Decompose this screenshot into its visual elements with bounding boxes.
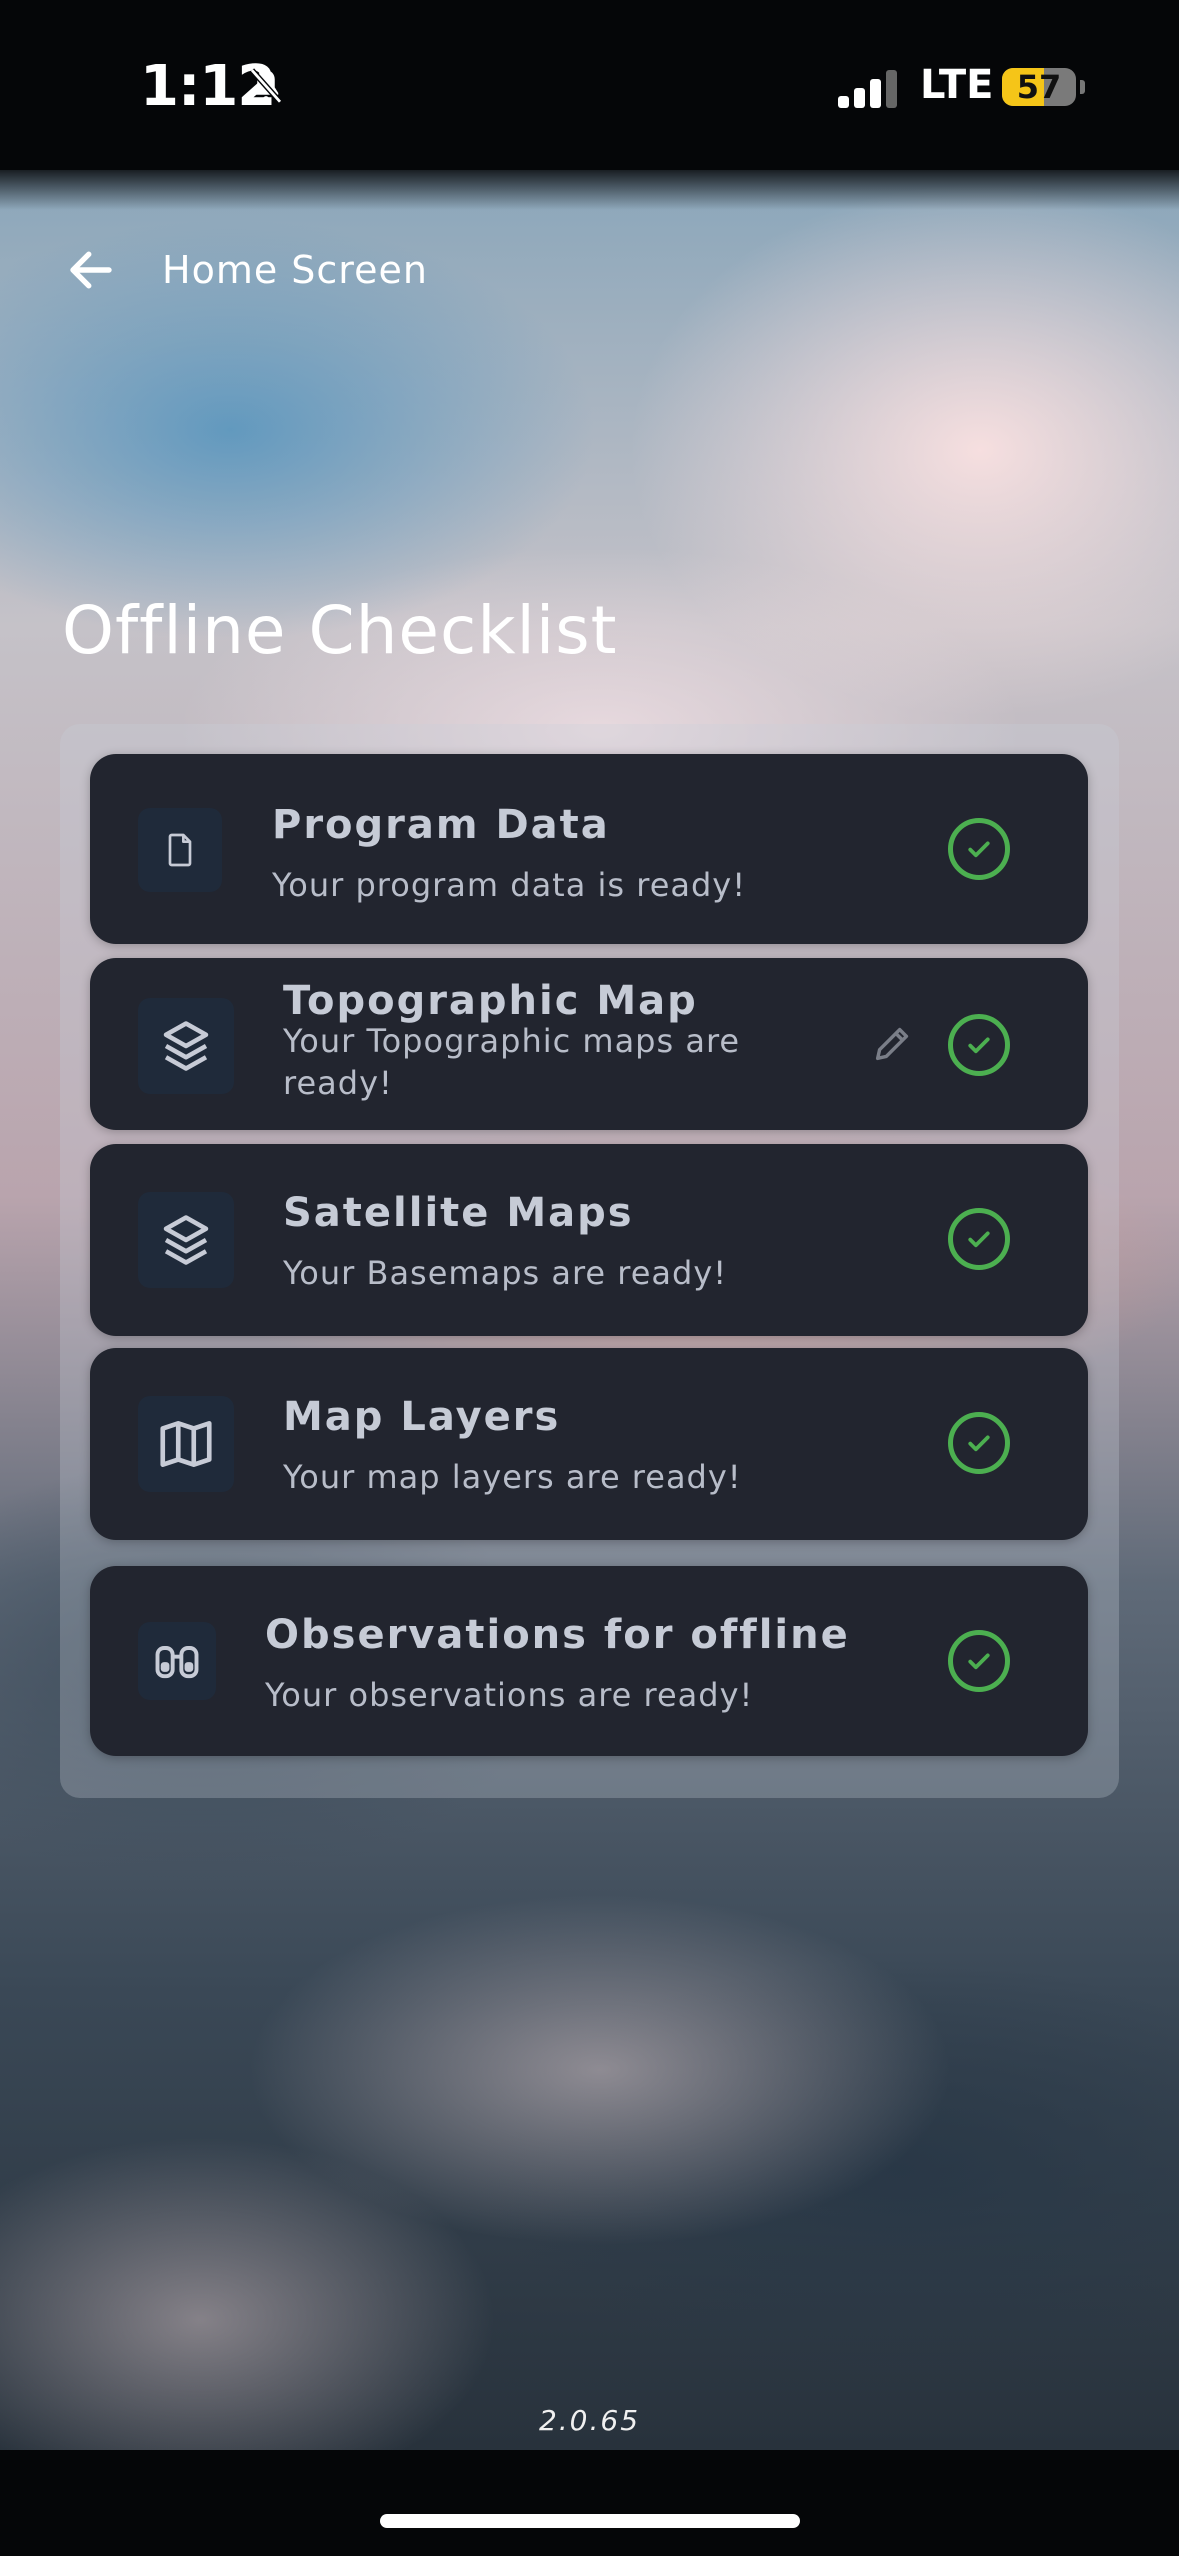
check-circle-icon	[948, 1014, 1010, 1076]
status-bar: 1:12 LTE 57	[0, 0, 1179, 170]
check-circle-icon	[948, 1208, 1010, 1270]
bottom-bar	[0, 2450, 1179, 2556]
back-button[interactable]: Home Screen	[64, 240, 428, 300]
icon-container	[138, 1192, 234, 1288]
network-type: LTE	[920, 62, 994, 108]
file-icon	[168, 833, 192, 867]
icon-container	[138, 1396, 234, 1492]
item-title: Program Data	[272, 802, 610, 848]
icon-container	[138, 998, 234, 1094]
icon-container	[138, 1622, 216, 1700]
check-circle-icon	[948, 1412, 1010, 1474]
checklist-item-program-data[interactable]: Program Data Your program data is ready!	[90, 754, 1088, 944]
item-title: Map Layers	[283, 1394, 561, 1440]
layers-icon	[163, 1215, 209, 1265]
checklist-item-satellite-maps[interactable]: Satellite Maps Your Basemaps are ready!	[90, 1144, 1088, 1336]
map-icon	[160, 1421, 212, 1467]
back-label: Home Screen	[162, 248, 428, 292]
icon-container	[138, 808, 222, 892]
app-version: 2.0.65	[538, 2404, 641, 2437]
item-subtitle: Your observations are ready!	[265, 1676, 754, 1714]
battery-icon: 57	[1002, 68, 1076, 106]
item-subtitle: Your Basemaps are ready!	[283, 1254, 728, 1292]
item-subtitle: Your program data is ready!	[272, 866, 747, 904]
arrow-left-icon	[70, 251, 112, 289]
home-indicator[interactable]	[380, 2514, 800, 2528]
layers-icon	[163, 1021, 209, 1071]
checklist-item-observations[interactable]: Observations for offline Your observatio…	[90, 1566, 1088, 1756]
binoculars-icon	[155, 1646, 199, 1679]
pencil-edit-icon[interactable]	[870, 1020, 916, 1066]
battery-percentage: 57	[1016, 68, 1062, 106]
check-circle-icon	[948, 1630, 1010, 1692]
item-subtitle: Your map layers are ready!	[283, 1458, 742, 1496]
check-circle-icon	[948, 818, 1010, 880]
page-title: Offline Checklist	[62, 592, 618, 669]
header-shadow	[0, 170, 1179, 210]
cellular-signal-icon	[838, 70, 898, 108]
checklist-item-map-layers[interactable]: Map Layers Your map layers are ready!	[90, 1348, 1088, 1540]
item-title: Observations for offline	[265, 1612, 850, 1658]
item-subtitle: Your Topographic maps are ready!	[283, 1022, 741, 1102]
item-title: Topographic Map	[283, 978, 698, 1024]
item-title: Satellite Maps	[283, 1190, 634, 1236]
battery-tip	[1080, 80, 1085, 94]
checklist-item-topographic-map[interactable]: Topographic Map Your Topographic maps ar…	[90, 958, 1088, 1130]
bell-off-icon	[249, 68, 283, 104]
